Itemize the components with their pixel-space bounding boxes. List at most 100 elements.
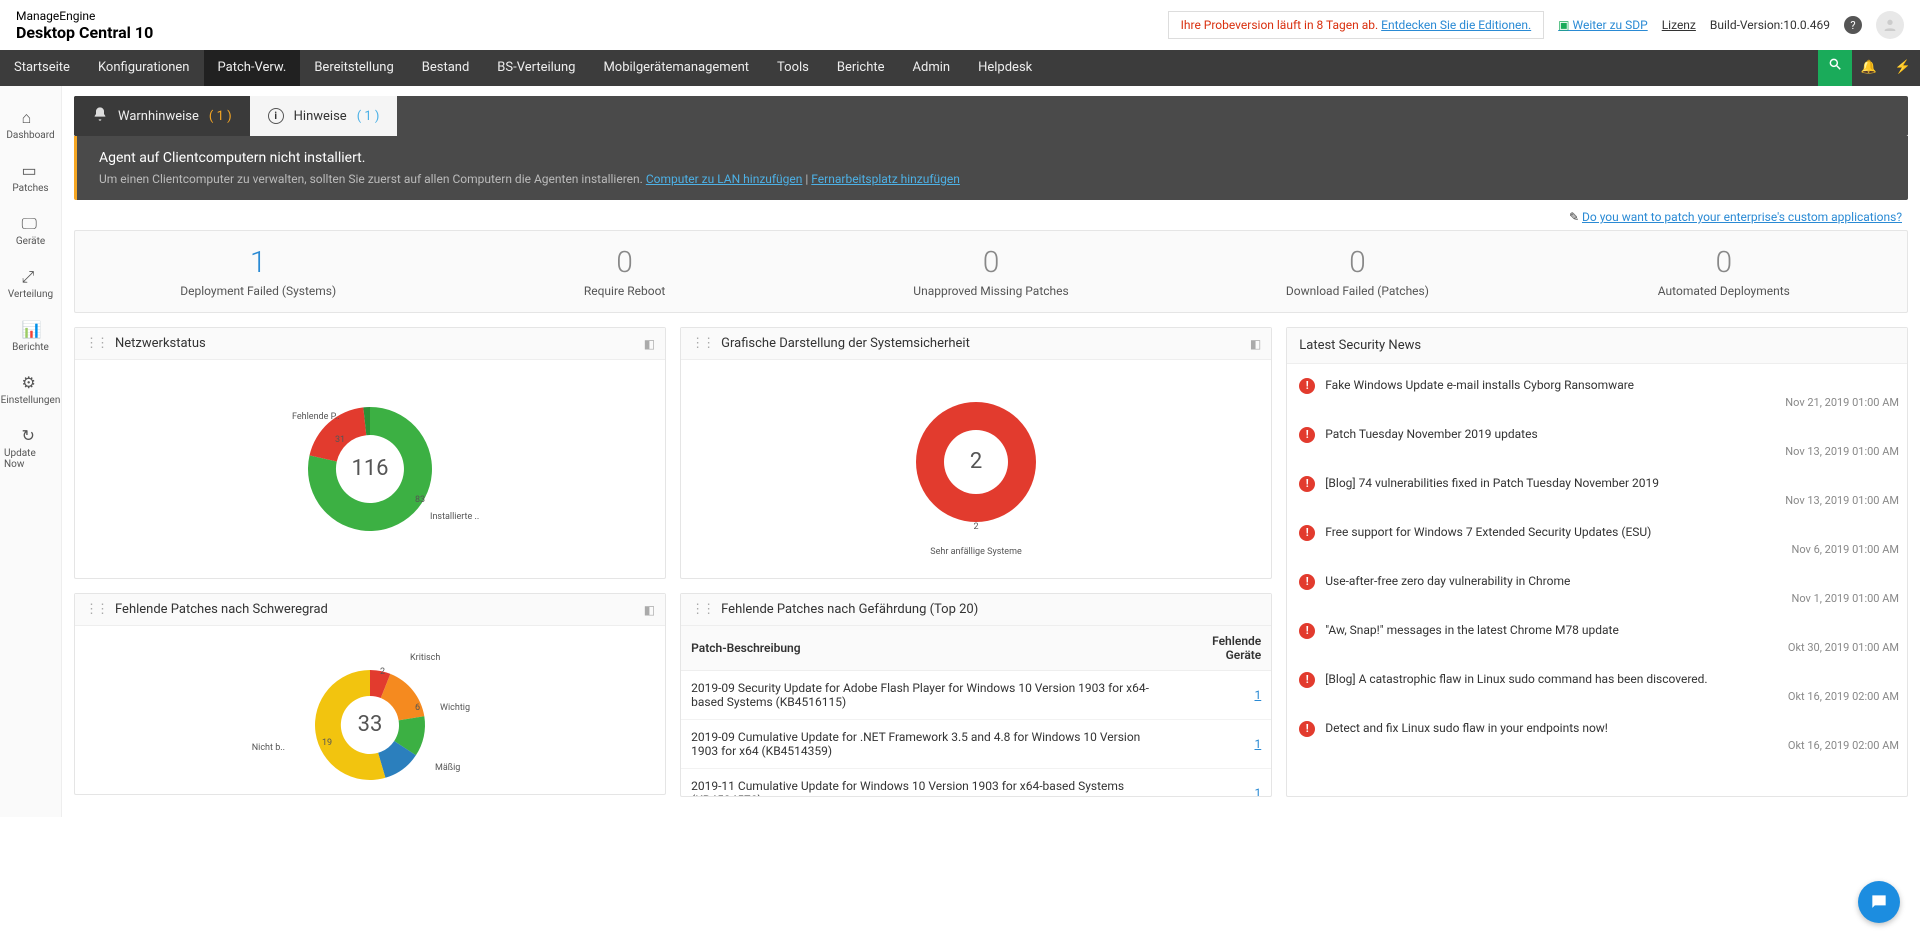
stat-label: Automated Deployments [1551, 284, 1897, 298]
nav-tab-bs-verteilung[interactable]: BS-Verteilung [483, 50, 589, 86]
news-list[interactable]: !Fake Windows Update e-mail installs Cyb… [1287, 364, 1907, 764]
gear-icon: ⚙ [22, 373, 40, 391]
trial-editions-link[interactable]: Entdecken Sie die Editionen. [1381, 18, 1531, 32]
chat-fab[interactable] [1858, 881, 1900, 923]
sev-k: Kritisch [410, 653, 440, 663]
chart-toggle-icon[interactable]: ◧ [1250, 337, 1261, 351]
news-item[interactable]: !"Aw, Snap!" messages in the latest Chro… [1297, 615, 1903, 664]
net-seg-31: 31 [335, 435, 345, 445]
stat-3[interactable]: 0 Download Failed (Patches) [1174, 231, 1540, 312]
sev-m: Mäßig [435, 763, 460, 773]
alert-subtext: Um einen Clientcomputer zu verwalten, so… [99, 172, 643, 186]
custom-apps-prompt: ✎ Do you want to patch your enterprise's… [74, 200, 1908, 230]
stat-num: 0 [818, 245, 1164, 280]
news-item[interactable]: ![Blog] 74 vulnerabilities fixed in Patc… [1297, 468, 1903, 517]
alert-tab-hints[interactable]: i Hinweise ( 1 ) [250, 96, 398, 136]
nav-tab-startseite[interactable]: Startseite [0, 50, 84, 86]
news-item[interactable]: ! [Blog] A catastrophic flaw in Linux sud… [1297, 664, 1903, 713]
missing-count-link[interactable]: 1 [1255, 786, 1262, 796]
drag-grip-icon[interactable]: ⋮⋮ [85, 336, 107, 351]
nav-tab-mobilger-temanagement[interactable]: Mobilgerätemanagement [589, 50, 763, 86]
nav-tab-bereitstellung[interactable]: Bereitstellung [300, 50, 407, 86]
bell-icon[interactable]: 🔔 [1852, 50, 1886, 86]
stat-num: 0 [1184, 245, 1530, 280]
news-item[interactable]: !Use-after-free zero day vulnerability i… [1297, 566, 1903, 615]
alert-link-lan[interactable]: Computer zu LAN hinzufügen [646, 172, 803, 186]
news-title: Free support for Windows 7 Extended Secu… [1325, 525, 1899, 539]
sidebar-item-update-now[interactable]: ↻Update Now [0, 416, 61, 480]
trial-text: Ihre Probeversion läuft in 8 Tagen ab. [1181, 18, 1382, 32]
alert-warn-label: Warnhinweise [118, 109, 199, 124]
nav-tab-patch-verw-[interactable]: Patch-Verw. [204, 50, 301, 86]
news-item[interactable]: !Fake Windows Update e-mail installs Cyb… [1297, 370, 1903, 419]
home-icon: ⌂ [22, 108, 40, 126]
stat-num: 1 [85, 245, 431, 280]
news-title: [Blog] A catastrophic flaw in Linux sudo… [1325, 672, 1899, 686]
alert-dot-icon: ! [1299, 672, 1315, 688]
table-row: 2019-09 Security Update for Adobe Flash … [681, 671, 1271, 720]
table-row: 2019-09 Cumulative Update for .NET Frame… [681, 720, 1271, 769]
monitor-icon: 🖵 [22, 214, 40, 232]
missing-count-link[interactable]: 1 [1255, 737, 1262, 751]
sidebar-item-geräte[interactable]: 🖵Geräte [0, 204, 61, 257]
net-seg-83: 83 [415, 495, 425, 505]
stat-0[interactable]: 1Deployment Failed (Systems) [75, 231, 441, 312]
news-time: Nov 1, 2019 01:00 AM [1325, 592, 1899, 605]
chart-toggle-icon[interactable]: ◧ [644, 603, 655, 617]
stats-row: 1Deployment Failed (Systems)0Require Reb… [74, 230, 1908, 313]
license-link[interactable]: Lizenz [1662, 18, 1696, 32]
top20-col2: Fehlende Geräte [1174, 626, 1272, 671]
nav-tab-bestand[interactable]: Bestand [408, 50, 484, 86]
alert-link-remote[interactable]: Fernarbeitsplatz hinzufügen [811, 172, 960, 186]
panel-netzwerkstatus: ⋮⋮ Netzwerkstatus ◧ 116 [74, 327, 666, 579]
panel-title: Grafische Darstellung der Systemsicherhe… [721, 336, 970, 351]
nav-tab-konfigurationen[interactable]: Konfigurationen [84, 50, 204, 86]
sdp-link[interactable]: ▣ Weiter zu SDP [1558, 18, 1648, 32]
nav-tab-admin[interactable]: Admin [899, 50, 965, 86]
nav-tab-berichte[interactable]: Berichte [823, 50, 899, 86]
sidebar-item-patches[interactable]: ▭Patches [0, 151, 61, 204]
sec-seg-val: 2 [974, 522, 979, 532]
nav-tab-helpdesk[interactable]: Helpdesk [964, 50, 1046, 86]
drag-grip-icon[interactable]: ⋮⋮ [691, 602, 713, 617]
alert-tab-warn[interactable]: Warnhinweise ( 1 ) [74, 96, 250, 136]
search-icon[interactable] [1818, 50, 1852, 86]
stat-label: Unapproved Missing Patches [818, 284, 1164, 298]
missing-count-link[interactable]: 1 [1255, 688, 1262, 702]
stat-4[interactable]: 0Automated Deployments [1541, 231, 1907, 312]
news-item[interactable]: !Detect and fix Linux sudo flaw in your … [1297, 713, 1903, 762]
custom-apps-link[interactable]: Do you want to patch your enterprise's c… [1582, 210, 1902, 224]
stat-1[interactable]: 0Require Reboot [441, 231, 807, 312]
sidebar-item-dashboard[interactable]: ⌂ Dashboard [0, 98, 61, 151]
sidebar-item-berichte[interactable]: 📊Berichte [0, 310, 61, 363]
alert-dot-icon: ! [1299, 721, 1315, 737]
sec-label: Sehr anfällige Systeme [930, 547, 1022, 557]
panel-schweregrad: ⋮⋮ Fehlende Patches nach Schweregrad ◧ [74, 593, 666, 795]
nav-tab-tools[interactable]: Tools [763, 50, 823, 86]
news-item[interactable]: !Free support for Windows 7 Extended Sec… [1297, 517, 1903, 566]
net-center: 116 [352, 456, 389, 481]
top-bar: ManageEngine Desktop Central 10 Ihre Pro… [0, 0, 1920, 50]
sidebar-item-label: Einstellungen [1, 395, 61, 406]
user-avatar[interactable] [1876, 11, 1904, 39]
sidebar-item-label: Dashboard [6, 130, 54, 141]
drag-grip-icon[interactable]: ⋮⋮ [691, 336, 713, 351]
chart-toggle-icon[interactable]: ◧ [644, 337, 655, 351]
sev-center: 33 [358, 712, 383, 737]
top20-table: Patch-Beschreibung Fehlende Geräte 2019-… [681, 626, 1271, 796]
sidebar-item-label: Berichte [12, 342, 49, 353]
news-item[interactable]: !Patch Tuesday November 2019 updatesNov … [1297, 419, 1903, 468]
help-icon[interactable]: ? [1844, 16, 1862, 34]
news-title: "Aw, Snap!" messages in the latest Chrom… [1325, 623, 1899, 637]
sidebar-item-verteilung[interactable]: ⤢Verteilung [0, 257, 61, 310]
bolt-icon[interactable]: ⚡ [1886, 50, 1920, 86]
news-time: Nov 6, 2019 01:00 AM [1325, 543, 1899, 556]
stat-label: Download Failed (Patches) [1184, 284, 1530, 298]
build-version: Build-Version:10.0.469 [1710, 18, 1830, 32]
sidebar-item-einstellungen[interactable]: ⚙ Einstellungen [0, 363, 61, 416]
drag-grip-icon[interactable]: ⋮⋮ [85, 602, 107, 617]
stat-2[interactable]: 0 Unapproved Missing Patches [808, 231, 1174, 312]
main-nav: StartseiteKonfigurationenPatch-Verw.Bere… [0, 50, 1920, 86]
alert-hint-count: ( 1 ) [357, 109, 380, 124]
stat-label: Require Reboot [451, 284, 797, 298]
